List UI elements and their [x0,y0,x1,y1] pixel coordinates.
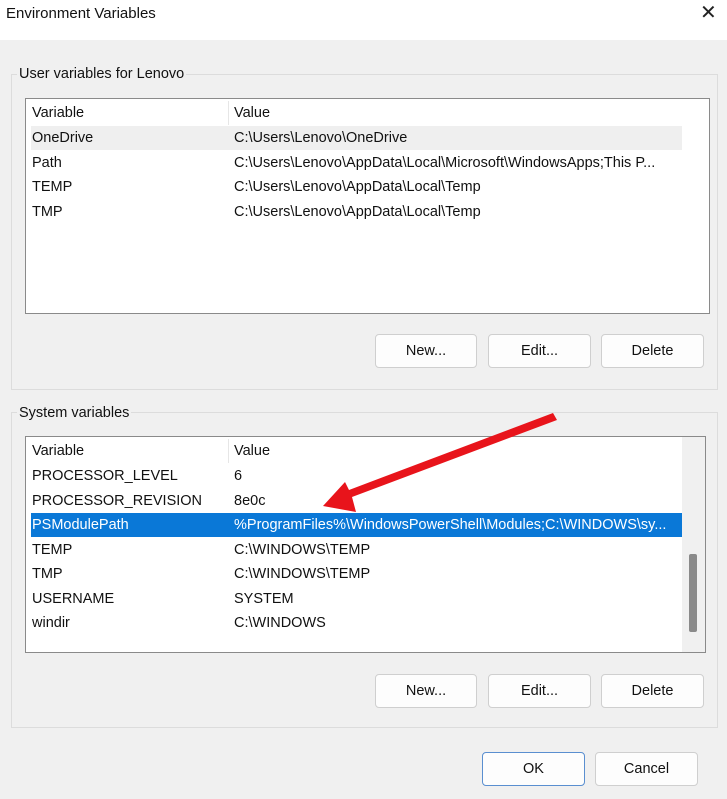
variable-name: windir [32,615,70,631]
table-row[interactable]: PSModulePath %ProgramFiles%\WindowsPowerS… [31,513,682,537]
system-variables-list[interactable]: Variable Value PROCESSOR_LEVEL 6 PROCESSOR… [25,436,706,653]
variable-value: SYSTEM [234,590,294,607]
system-edit-button[interactable]: Edit... [488,674,591,708]
header-variable[interactable]: Variable [32,101,84,125]
system-variables-label: System variables [17,405,132,421]
variable-value: C:\WINDOWS\TEMP [234,566,371,582]
variable-value: C:\Users\Lenovo\AppData\Local\Temp [234,179,481,195]
table-row[interactable]: TEMP C:\WINDOWS\TEMP [31,538,682,562]
scrollbar-thumb[interactable] [689,554,697,632]
list-header: Variable Value [31,101,682,125]
table-row[interactable]: windir C:\WINDOWS [31,611,682,635]
variable-name: TEMP [32,541,73,558]
variable-value: C:\Users\Lenovo\OneDrive [234,130,408,146]
variable-name: TMP [32,203,63,220]
variable-value: 6 [234,468,243,484]
system-new-button[interactable]: New... [375,674,477,708]
variable-name: PROCESSOR_LEVEL [32,468,178,484]
variable-value: C:\Users\Lenovo\AppData\Local\Temp [234,203,481,220]
variable-value: C:\Users\Lenovo\AppData\Local\Microsoft\… [234,154,656,171]
header-variable[interactable]: Variable [32,439,84,463]
title-bar: Environment Variables ✕ [0,0,727,40]
table-row[interactable]: PROCESSOR_LEVEL 6 [31,464,682,488]
table-row[interactable]: PROCESSOR_REVISION 8e0c [31,489,682,513]
variable-value: C:\WINDOWS\TEMP [234,541,371,558]
window-title: Environment Variables [6,5,156,22]
variable-name: PROCESSOR_REVISION [32,492,203,509]
user-variables-list[interactable]: Variable Value OneDrive C:\Users\Lenovo\O… [25,98,710,314]
variable-name: USERNAME [32,590,115,607]
variable-name: OneDrive [32,130,94,146]
table-row[interactable]: USERNAME SYSTEM [31,587,682,611]
vertical-scrollbar[interactable] [682,437,705,652]
variable-value: %ProgramFiles%\WindowsPowerShell\Modules… [234,517,667,533]
table-row[interactable]: TMP C:\Users\Lenovo\AppData\Local\Temp [31,200,682,224]
system-delete-button[interactable]: Delete [601,674,704,708]
variable-value: 8e0c [234,492,266,509]
table-row[interactable]: TMP C:\WINDOWS\TEMP [31,562,682,586]
user-delete-button[interactable]: Delete [601,334,704,368]
close-icon[interactable]: ✕ [700,0,717,25]
header-value[interactable]: Value [234,101,682,125]
table-row[interactable]: OneDrive C:\Users\Lenovo\OneDrive [31,126,682,150]
table-row[interactable]: TEMP C:\Users\Lenovo\AppData\Local\Temp [31,175,682,199]
variable-name: TMP [32,566,63,582]
variable-name: PSModulePath [32,517,129,533]
table-row[interactable]: Path C:\Users\Lenovo\AppData\Local\Micros… [31,151,682,175]
user-variables-label: User variables for Lenovo [17,66,187,82]
ok-button[interactable]: OK [482,752,585,786]
variable-name: TEMP [32,179,73,195]
cancel-button[interactable]: Cancel [595,752,698,786]
list-header: Variable Value [31,439,682,463]
user-edit-button[interactable]: Edit... [488,334,591,368]
header-value[interactable]: Value [234,439,682,463]
variable-name: Path [32,154,62,171]
user-new-button[interactable]: New... [375,334,477,368]
variable-value: C:\WINDOWS [234,615,326,631]
